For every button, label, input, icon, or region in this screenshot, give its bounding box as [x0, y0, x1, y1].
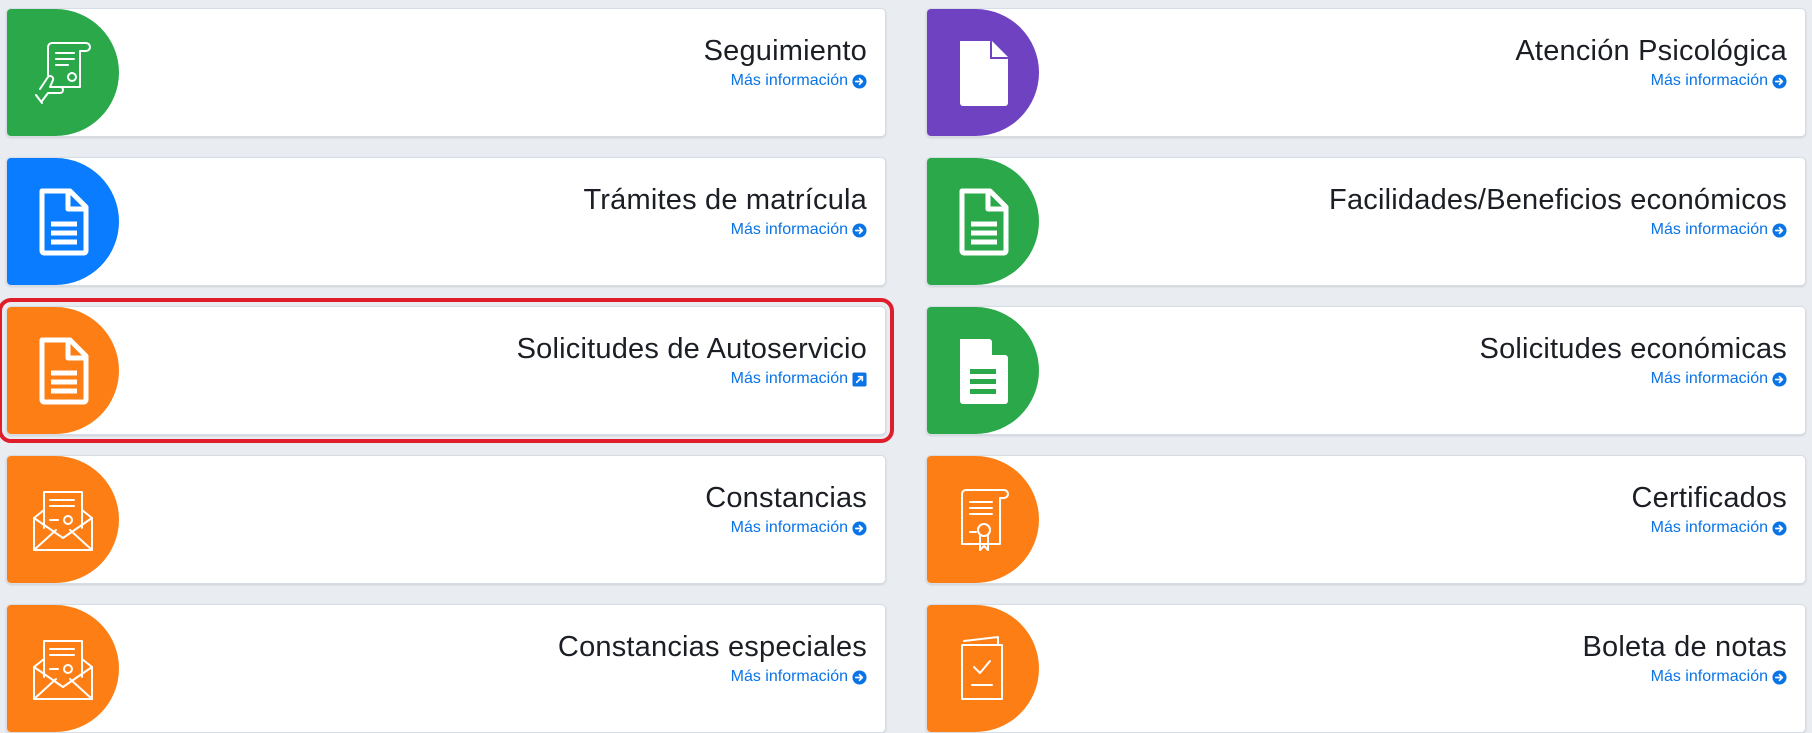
- card-constancias-especiales[interactable]: Constancias especiales Más información: [6, 604, 886, 733]
- card-title: Seguimiento: [703, 35, 867, 67]
- arrow-circle-right-icon[interactable]: [1772, 670, 1787, 685]
- card-icon-badge: [927, 158, 1039, 285]
- certificate-hand-icon: [35, 41, 91, 104]
- mas-informacion-link[interactable]: Más información: [1651, 519, 1787, 537]
- envelope-document-icon: [33, 639, 93, 700]
- card-title: Atención Psicológica: [1515, 35, 1787, 67]
- card-solicitudes-autoservicio[interactable]: Solicitudes de Autoservicio Más informac…: [0, 298, 894, 443]
- card-title: Boleta de notas: [1582, 631, 1787, 663]
- file-icon: [960, 40, 1008, 106]
- card-atencion-psicologica[interactable]: Atención Psicológica Más información: [926, 8, 1806, 137]
- card-title: Constancias: [705, 482, 867, 514]
- card-icon-badge: [927, 605, 1039, 732]
- mas-informacion-link[interactable]: Más información: [1651, 668, 1787, 686]
- card-icon-badge: [927, 9, 1039, 136]
- arrow-circle-right-icon[interactable]: [1772, 74, 1787, 89]
- external-link-icon[interactable]: [852, 372, 867, 387]
- mas-informacion-link[interactable]: Más información: [731, 221, 867, 239]
- card-icon-badge: [7, 456, 119, 583]
- card-tramites-matricula[interactable]: Trámites de matrícula Más información: [6, 157, 886, 286]
- arrow-circle-right-icon[interactable]: [1772, 372, 1787, 387]
- card-seguimiento[interactable]: Seguimiento Más información: [6, 8, 886, 137]
- arrow-circle-right-icon[interactable]: [1772, 223, 1787, 238]
- card-title: Solicitudes de Autoservicio: [516, 333, 867, 365]
- envelope-document-icon: [33, 490, 93, 551]
- arrow-circle-right-icon[interactable]: [852, 670, 867, 685]
- card-icon-badge: [927, 456, 1039, 583]
- card-title: Certificados: [1631, 482, 1787, 514]
- card-boleta-notas[interactable]: Boleta de notas Más información: [926, 604, 1806, 733]
- card-title: Trámites de matrícula: [583, 184, 867, 216]
- services-grid: Seguimiento Más información Atención Psi…: [0, 8, 1806, 733]
- card-title: Facilidades/Beneficios económicos: [1329, 184, 1787, 216]
- file-text-solid-icon: [960, 338, 1008, 404]
- arrow-circle-right-icon[interactable]: [1772, 521, 1787, 536]
- mas-informacion-link[interactable]: Más información: [731, 668, 867, 686]
- file-text-icon: [39, 188, 89, 255]
- card-icon-badge: [7, 9, 119, 136]
- checked-document-icon: [961, 635, 1003, 700]
- card-icon-badge: [7, 158, 119, 285]
- arrow-circle-right-icon[interactable]: [852, 223, 867, 238]
- card-icon-badge: [7, 605, 119, 732]
- file-text-icon: [959, 188, 1009, 255]
- scroll-certificate-icon: [961, 488, 1009, 551]
- mas-informacion-link[interactable]: Más información: [731, 370, 867, 388]
- card-facilidades-beneficios[interactable]: Facilidades/Beneficios económicos Más in…: [926, 157, 1806, 286]
- card-title: Constancias especiales: [557, 631, 867, 663]
- mas-informacion-link[interactable]: Más información: [1651, 370, 1787, 388]
- card-icon-badge: [927, 307, 1039, 434]
- mas-informacion-link[interactable]: Más información: [1651, 221, 1787, 239]
- mas-informacion-link[interactable]: Más información: [1651, 72, 1787, 90]
- card-certificados[interactable]: Certificados Más información: [926, 455, 1806, 584]
- arrow-circle-right-icon[interactable]: [852, 521, 867, 536]
- mas-informacion-link[interactable]: Más información: [731, 519, 867, 537]
- card-icon-badge: [7, 307, 119, 434]
- card-solicitudes-economicas[interactable]: Solicitudes económicas Más información: [926, 306, 1806, 435]
- card-constancias[interactable]: Constancias Más información: [6, 455, 886, 584]
- mas-informacion-link[interactable]: Más información: [731, 72, 867, 90]
- file-text-icon: [39, 337, 89, 404]
- arrow-circle-right-icon[interactable]: [852, 74, 867, 89]
- card-title: Solicitudes económicas: [1479, 333, 1787, 365]
